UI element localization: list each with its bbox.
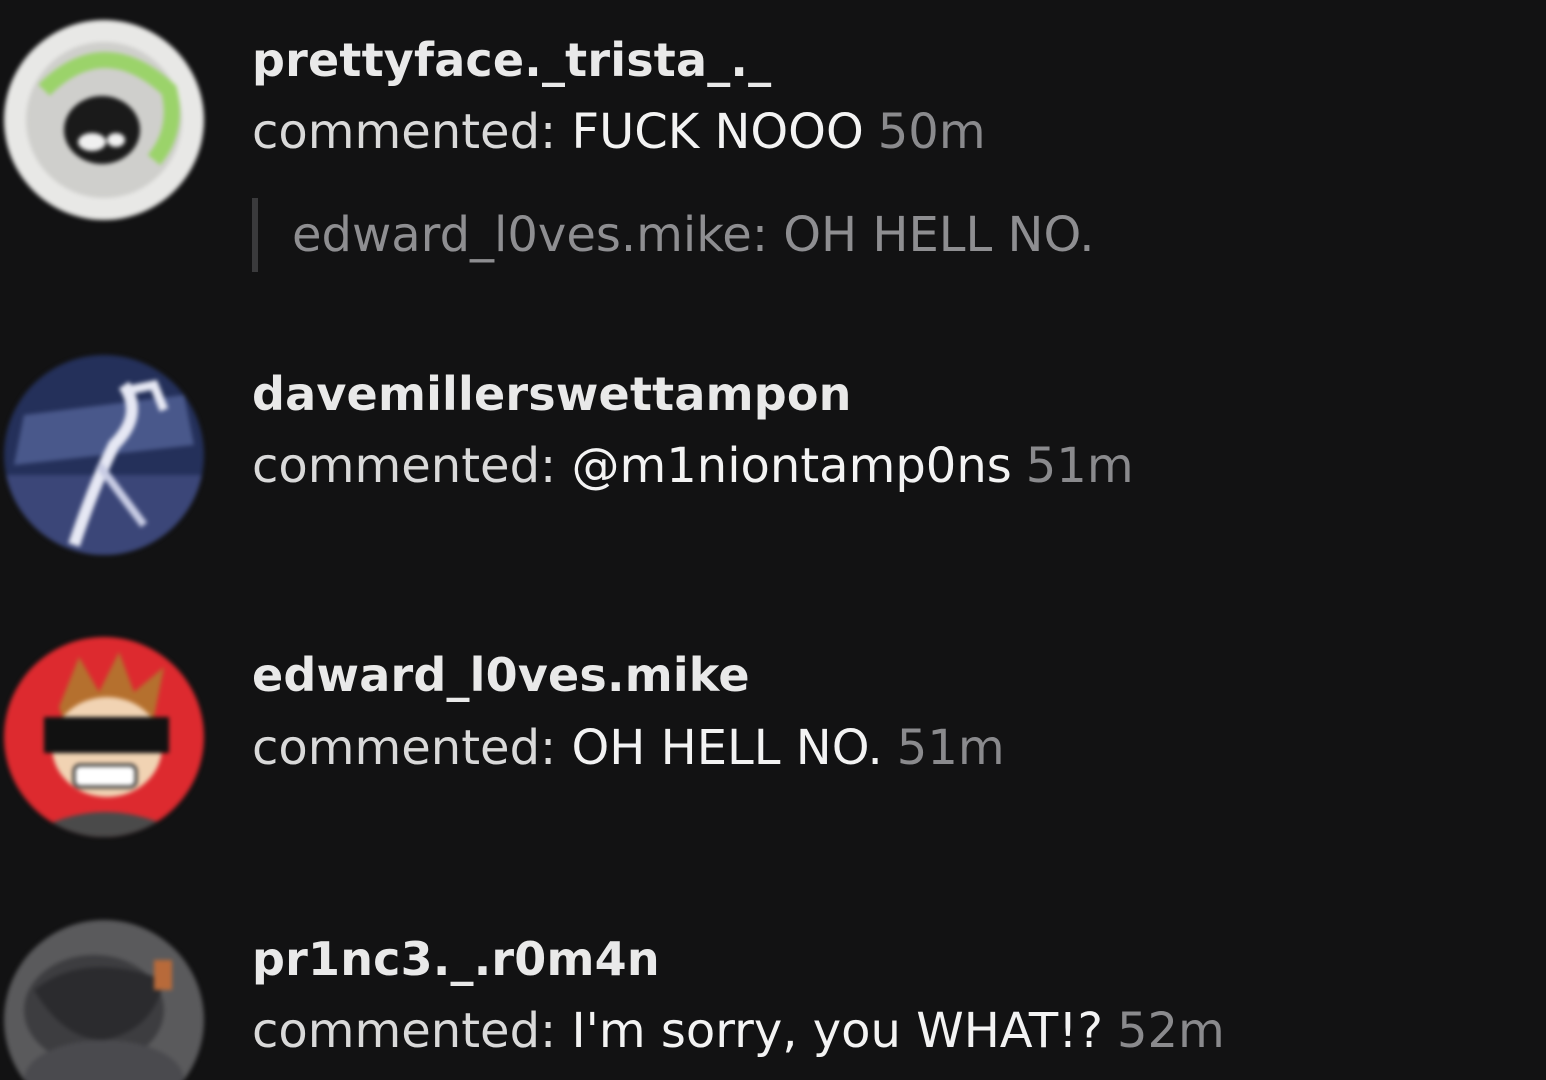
timestamp: 51m	[1025, 438, 1134, 494]
avatar[interactable]	[4, 355, 204, 555]
comment-text: commented: I'm sorry, you WHAT!? 52m	[252, 1003, 1225, 1059]
comment-text: commented: OH HELL NO. 51m	[252, 720, 1005, 776]
avatar[interactable]	[4, 920, 204, 1080]
username[interactable]: davemillerswettampon	[252, 367, 852, 421]
avatar-image	[4, 637, 204, 837]
comment-text: commented: FUCK NOOO 50m	[252, 104, 986, 160]
comment-prefix: commented:	[252, 438, 557, 494]
reply-quote: edward_l0ves.mike: OH HELL NO.	[252, 198, 1095, 272]
username[interactable]: edward_l0ves.mike	[252, 648, 750, 702]
comment-body: OH HELL NO.	[571, 720, 883, 776]
timestamp: 50m	[877, 104, 986, 160]
avatar-image	[4, 920, 204, 1080]
timestamp: 51m	[896, 720, 1005, 776]
comment-prefix: commented:	[252, 720, 557, 776]
avatar-image	[4, 20, 204, 220]
username[interactable]: pr1nc3._.r0m4n	[252, 932, 660, 986]
username[interactable]: prettyface._trista_._	[252, 33, 771, 87]
comment-body: @m1niontamp0ns	[571, 438, 1012, 494]
comment-prefix: commented:	[252, 104, 557, 160]
comment-body: FUCK NOOO	[571, 104, 864, 160]
comment-prefix: commented:	[252, 1003, 557, 1059]
avatar[interactable]	[4, 20, 204, 220]
comment-text: commented: @m1niontamp0ns 51m	[252, 438, 1134, 494]
comment-body: I'm sorry, you WHAT!?	[571, 1003, 1103, 1059]
avatar[interactable]	[4, 637, 204, 837]
timestamp: 52m	[1116, 1003, 1225, 1059]
avatar-image	[4, 355, 204, 555]
